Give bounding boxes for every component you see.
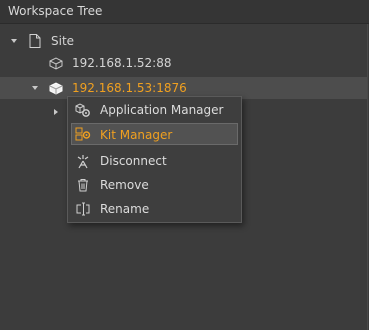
menu-item-label: Remove [100, 178, 149, 192]
device-icon [49, 57, 63, 70]
menu-item-label: Disconnect [100, 154, 167, 168]
tree-node-site[interactable]: Site [0, 30, 200, 52]
expand-toggle[interactable] [51, 101, 61, 123]
menu-item-application-manager[interactable]: Application Manager [71, 99, 238, 121]
rename-icon [76, 202, 90, 216]
panel-title: Workspace Tree [8, 4, 103, 18]
device-icon [49, 82, 63, 95]
menu-item-label: Rename [100, 202, 150, 216]
tree-node-child[interactable] [0, 101, 60, 123]
menu-item-disconnect[interactable]: Disconnect [71, 150, 238, 172]
menu-item-rename[interactable]: Rename [71, 198, 238, 220]
expand-toggle[interactable] [30, 77, 40, 99]
menu-item-kit-manager[interactable]: Kit Manager [71, 123, 238, 145]
disconnect-icon [77, 155, 89, 169]
context-menu: Application Manager Kit Manager Disconne… [67, 96, 242, 223]
menu-item-label: Application Manager [100, 103, 224, 117]
document-icon [29, 34, 41, 48]
tree-node-label: Site [51, 34, 75, 48]
menu-item-label: Kit Manager [100, 128, 173, 142]
menu-item-remove[interactable]: Remove [71, 174, 238, 196]
kit-manager-icon [75, 127, 91, 141]
trash-icon [78, 179, 88, 192]
panel-header: Workspace Tree [0, 0, 369, 24]
expand-toggle[interactable] [9, 30, 19, 52]
tree-node-label: 192.168.1.52:88 [72, 56, 172, 70]
tree-node-device[interactable]: 192.168.1.52:88 [0, 52, 220, 74]
application-manager-icon [75, 103, 90, 117]
